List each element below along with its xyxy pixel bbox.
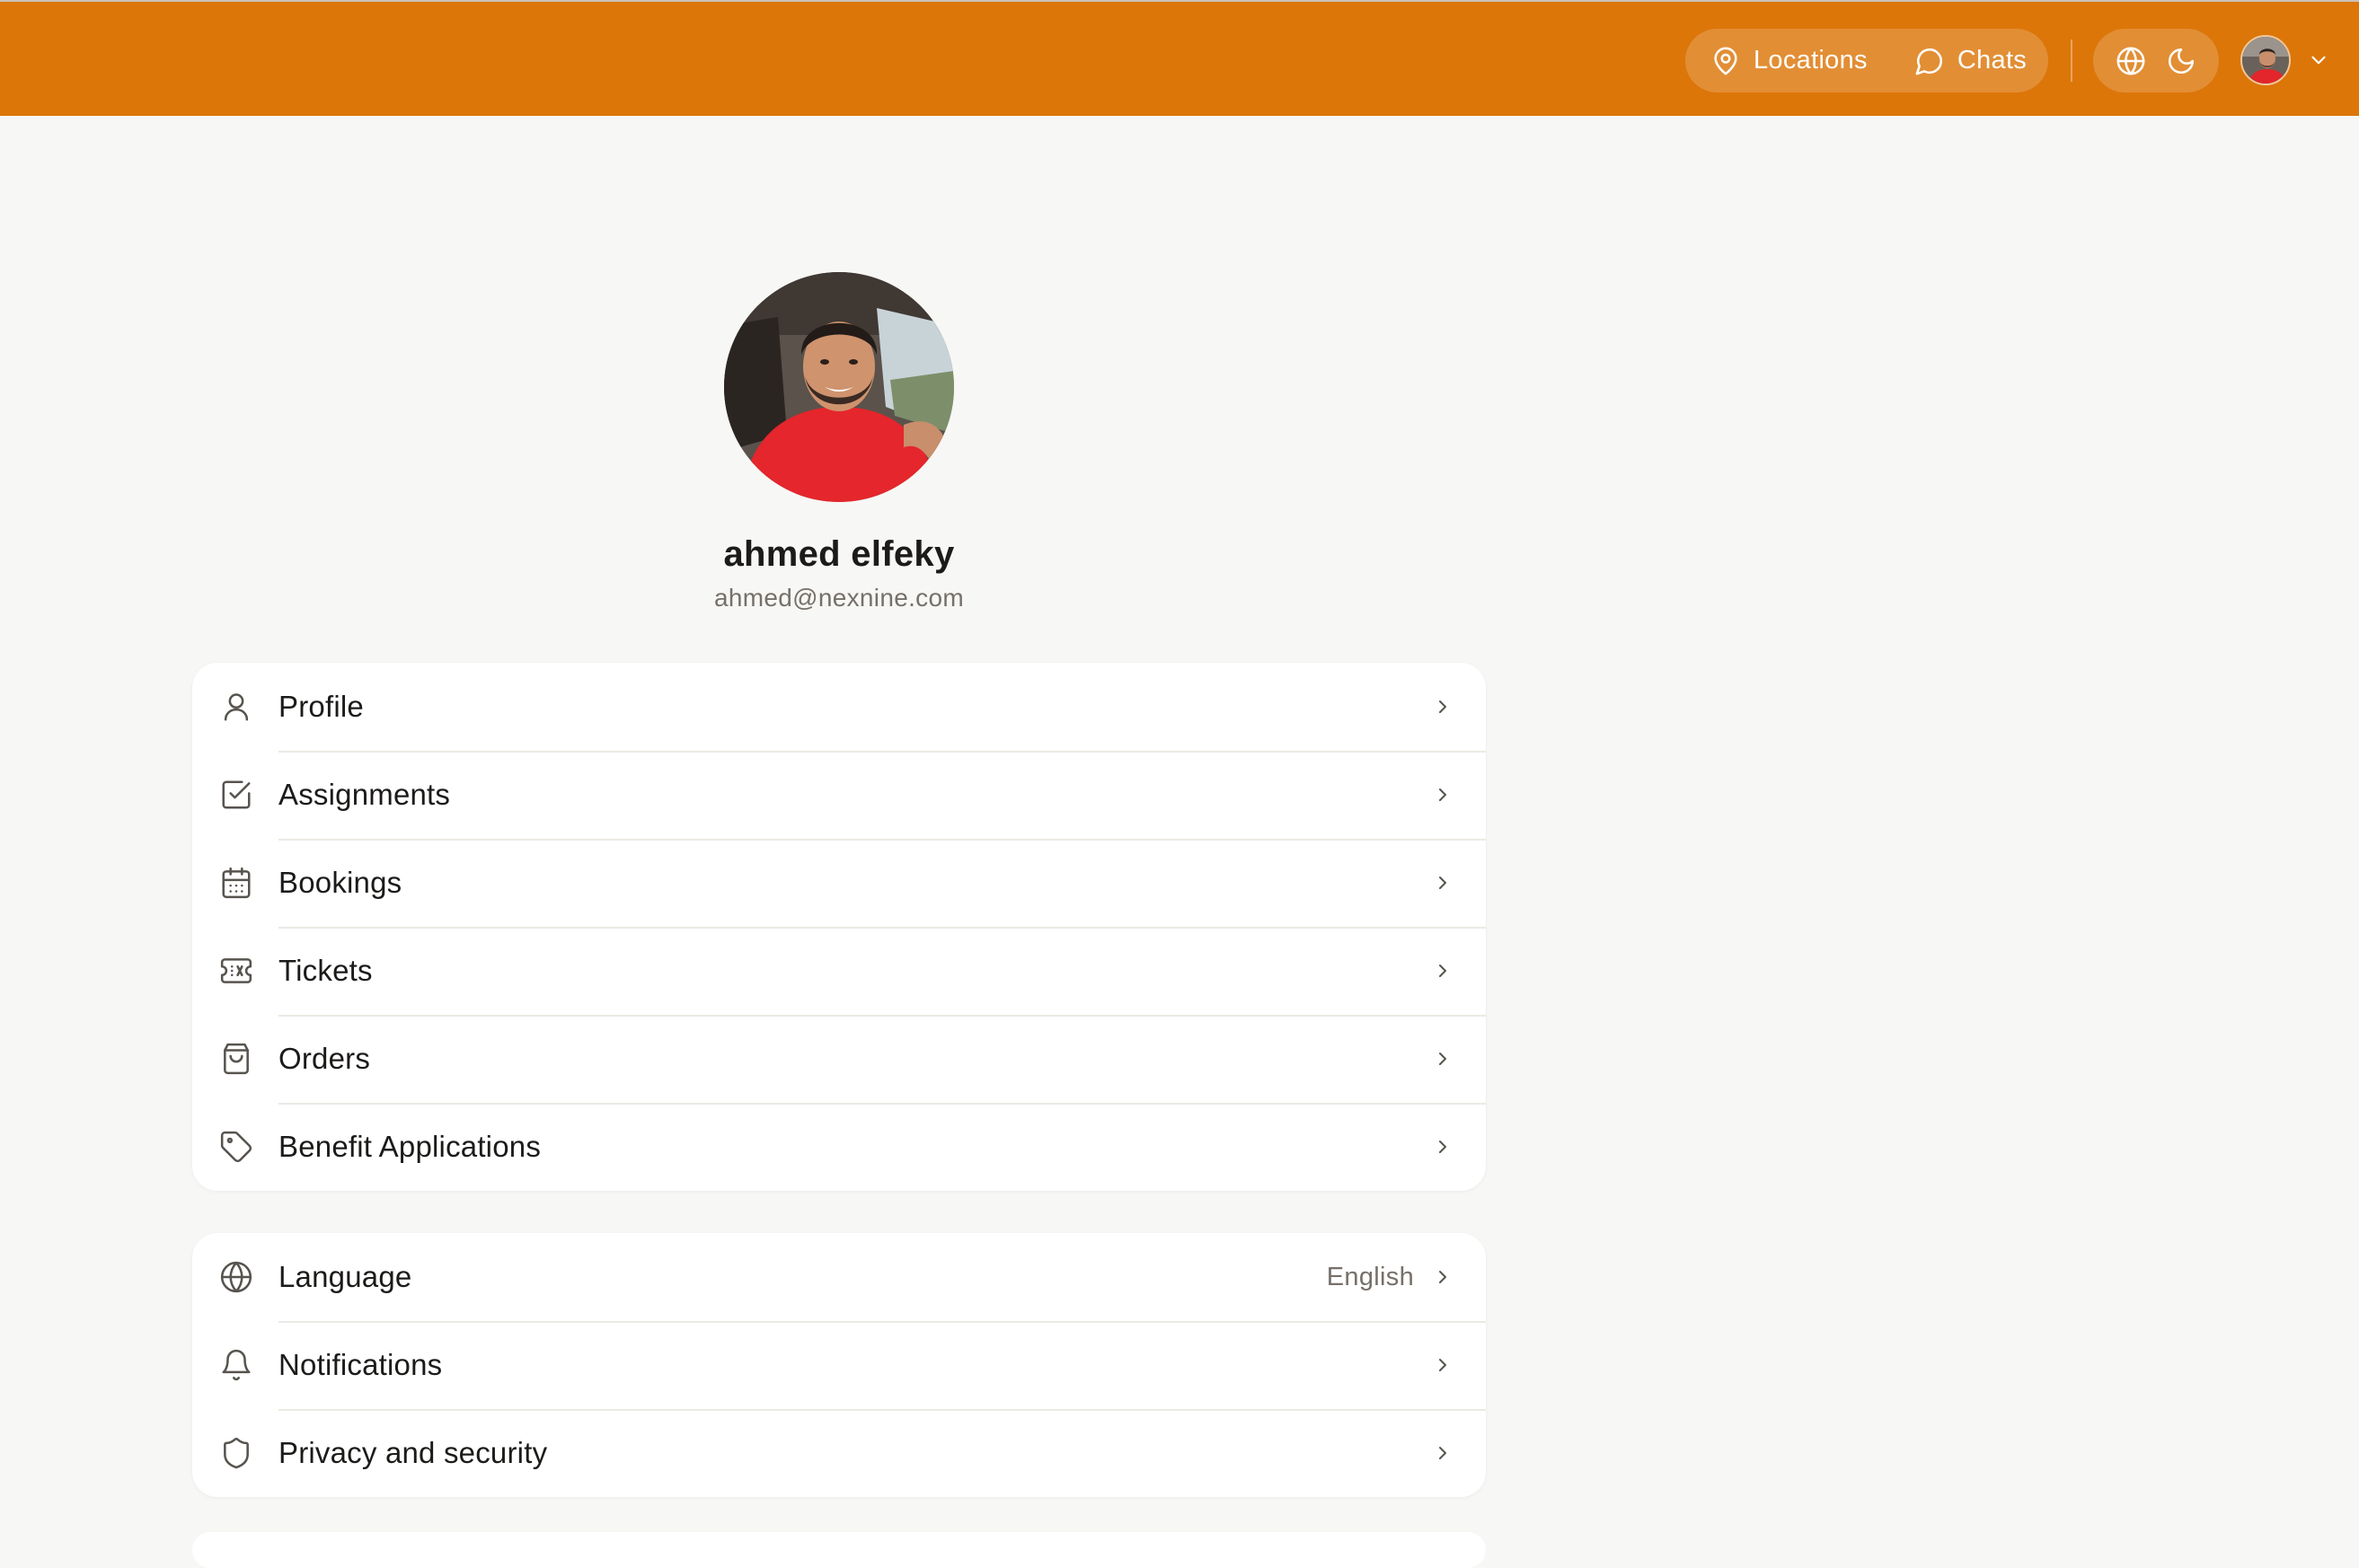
- shield-icon: [224, 1437, 249, 1469]
- calendar-icon: [222, 867, 251, 899]
- nav-locations-label: Locations: [1754, 46, 1868, 75]
- menu-item-label: Profile: [278, 690, 364, 723]
- shopping-bag-icon: [224, 1043, 249, 1075]
- user-icon: [224, 693, 249, 721]
- menu-item-bookings[interactable]: Bookings: [192, 839, 1486, 927]
- map-pin-icon: [1714, 47, 1737, 75]
- menu-item-label: Orders: [278, 1042, 371, 1075]
- chevron-right-icon: [1439, 1447, 1446, 1459]
- menu-item-label: Notifications: [278, 1348, 443, 1381]
- menu-item-benefit-applications[interactable]: Benefit Applications: [192, 1103, 1486, 1191]
- menu-item-privacy-and-security[interactable]: Privacy and security: [192, 1409, 1486, 1497]
- chevron-right-icon: [1439, 700, 1446, 713]
- menu-item-label: Privacy and security: [278, 1436, 548, 1469]
- chevron-right-icon: [1439, 1359, 1446, 1371]
- user-email: ahmed@nexnine.com: [714, 584, 964, 612]
- account-avatar[interactable]: [2240, 35, 2291, 85]
- ticket-icon: [220, 958, 252, 983]
- header-divider: [2071, 40, 2072, 82]
- globe-icon: [2116, 47, 2145, 75]
- avatar-image: [2242, 37, 2289, 84]
- menu-item-orders[interactable]: Orders: [192, 1015, 1486, 1103]
- square-check-icon: [222, 780, 251, 809]
- avatar: [724, 272, 954, 502]
- menu-item-language[interactable]: Language English: [192, 1233, 1486, 1321]
- menu-item-label: Benefit Applications: [278, 1130, 542, 1163]
- menu-item-tickets[interactable]: Tickets: [192, 927, 1486, 1015]
- chevron-right-icon: [1439, 965, 1446, 977]
- settings-menu-card: Language English Notifications Privacy a…: [192, 1233, 1486, 1497]
- menu-item-notifications[interactable]: Notifications: [192, 1321, 1486, 1409]
- chevron-right-icon: [1439, 1271, 1446, 1283]
- chevron-right-icon: [1439, 788, 1446, 801]
- tag-icon: [220, 1131, 252, 1163]
- message-circle-icon: [1915, 48, 1942, 75]
- language-value: English: [1326, 1262, 1414, 1291]
- nav-chats[interactable]: Chats: [1914, 46, 2027, 76]
- moon-icon: [2168, 48, 2195, 74]
- nav-locations[interactable]: Locations: [1710, 46, 1868, 76]
- main-nav: Locations Chats: [1685, 29, 2048, 92]
- user-name: ahmed elfeky: [723, 534, 955, 574]
- chevron-down-icon[interactable]: [2307, 48, 2330, 72]
- header-tools: [2093, 29, 2219, 92]
- menu-item-label: Assignments: [278, 778, 451, 811]
- profile-header: ahmed elfeky ahmed@nexnine.com: [192, 272, 1486, 612]
- language-toggle-button[interactable]: [2116, 46, 2146, 76]
- menu-item-label: Tickets: [278, 954, 373, 987]
- menu-item-label: Bookings: [278, 866, 402, 899]
- menu-item-label: Language: [278, 1260, 412, 1293]
- top-bar: Locations Chats: [0, 0, 2359, 116]
- menu-item-profile[interactable]: Profile: [192, 663, 1486, 751]
- chevron-right-icon: [1439, 876, 1446, 889]
- account-menu-card: Profile Assignments Bookings Tickets Ord…: [192, 663, 1486, 1191]
- chevron-right-icon: [1439, 1053, 1446, 1065]
- chevron-right-icon: [1439, 1141, 1446, 1153]
- globe-icon: [220, 1261, 252, 1293]
- theme-toggle-button[interactable]: [2166, 46, 2196, 76]
- next-card-edge: [192, 1532, 1486, 1568]
- nav-chats-label: Chats: [1957, 46, 2028, 75]
- bell-icon: [222, 1349, 251, 1381]
- avatar-photo: [724, 272, 954, 502]
- menu-item-assignments[interactable]: Assignments: [192, 751, 1486, 839]
